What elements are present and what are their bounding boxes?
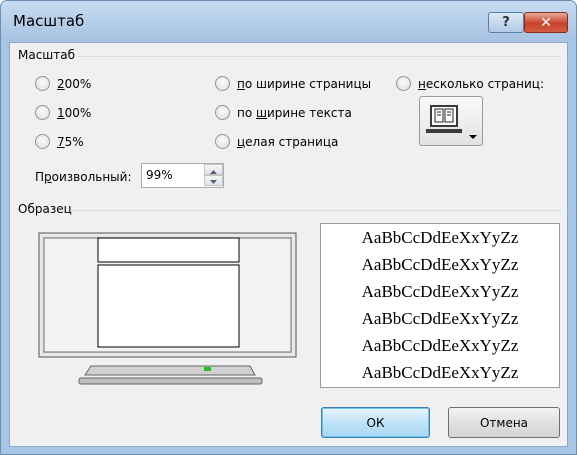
page-preview <box>29 223 308 387</box>
radio-text-width-label: по ширине текста <box>237 105 352 120</box>
percent-label: Произвольный: <box>35 170 132 184</box>
arrow-down-icon <box>210 180 217 184</box>
font-sample-preview: AaBbCcDdEeXxYyZz AaBbCcDdEeXxYyZz AaBbCc… <box>320 223 560 388</box>
radio-text-width[interactable]: по ширине текста <box>215 105 352 120</box>
sample-text-line: AaBbCcDdEeXxYyZz <box>361 255 519 274</box>
ok-button[interactable]: ОК <box>321 407 430 438</box>
many-pages-button[interactable] <box>419 96 483 146</box>
radio-page-width[interactable]: по ширине страницы <box>215 76 371 91</box>
zoom-dialog: Масштаб ? ✕ Масштаб 200% 100% 75% по шир… <box>0 0 577 455</box>
close-icon: ✕ <box>540 14 552 31</box>
percent-spinner[interactable]: 99% <box>141 163 224 188</box>
monitor-pages-icon <box>426 105 477 139</box>
sample-text-line: AaBbCcDdEeXxYyZz <box>361 336 519 355</box>
cancel-button-label: Отмена <box>479 415 529 430</box>
radio-button[interactable] <box>35 76 50 91</box>
radio-button[interactable] <box>35 105 50 120</box>
ok-button-label: ОК <box>366 415 385 430</box>
monitor-preview-graphic <box>38 232 297 385</box>
title-bar: Масштаб ? ✕ <box>1 1 576 41</box>
spin-down-button[interactable] <box>204 175 223 186</box>
radio-many-pages[interactable]: несколько страниц: <box>396 76 544 91</box>
sample-text-line: AaBbCcDdEeXxYyZz <box>361 282 519 301</box>
radio-button[interactable] <box>396 76 411 91</box>
cancel-button[interactable]: Отмена <box>448 407 560 438</box>
radio-200[interactable]: 200% <box>35 76 91 91</box>
radio-button[interactable] <box>215 76 230 91</box>
close-button[interactable]: ✕ <box>524 12 568 33</box>
spin-up-button[interactable] <box>204 164 223 175</box>
radio-button[interactable] <box>215 134 230 149</box>
dialog-body: Масштаб 200% 100% 75% по ширине страницы… <box>9 42 568 447</box>
dialog-title: Масштаб <box>13 12 85 30</box>
sample-group-label: Образец <box>18 202 72 216</box>
radio-75-label: 75% <box>57 134 84 149</box>
radio-button[interactable] <box>215 105 230 120</box>
sample-text-line: AaBbCcDdEeXxYyZz <box>361 228 519 247</box>
sample-text-line: AaBbCcDdEeXxYyZz <box>361 363 519 382</box>
radio-many-pages-label: несколько страниц: <box>418 76 544 91</box>
zoom-group-label: Масштаб <box>18 48 76 62</box>
radio-whole-page-label: целая страница <box>237 134 339 149</box>
radio-200-label: 200% <box>57 76 92 91</box>
radio-page-width-label: по ширине страницы <box>237 76 372 91</box>
help-icon: ? <box>502 15 510 30</box>
radio-whole-page[interactable]: целая страница <box>215 134 338 149</box>
sample-text-line: AaBbCcDdEeXxYyZz <box>361 309 519 328</box>
sample-group-separator <box>71 210 561 211</box>
percent-value[interactable]: 99% <box>146 168 173 182</box>
zoom-group-separator <box>78 56 561 57</box>
radio-75[interactable]: 75% <box>35 134 84 149</box>
radio-100[interactable]: 100% <box>35 105 91 120</box>
radio-100-label: 100% <box>57 105 92 120</box>
help-button[interactable]: ? <box>488 12 524 33</box>
radio-button[interactable] <box>35 134 50 149</box>
